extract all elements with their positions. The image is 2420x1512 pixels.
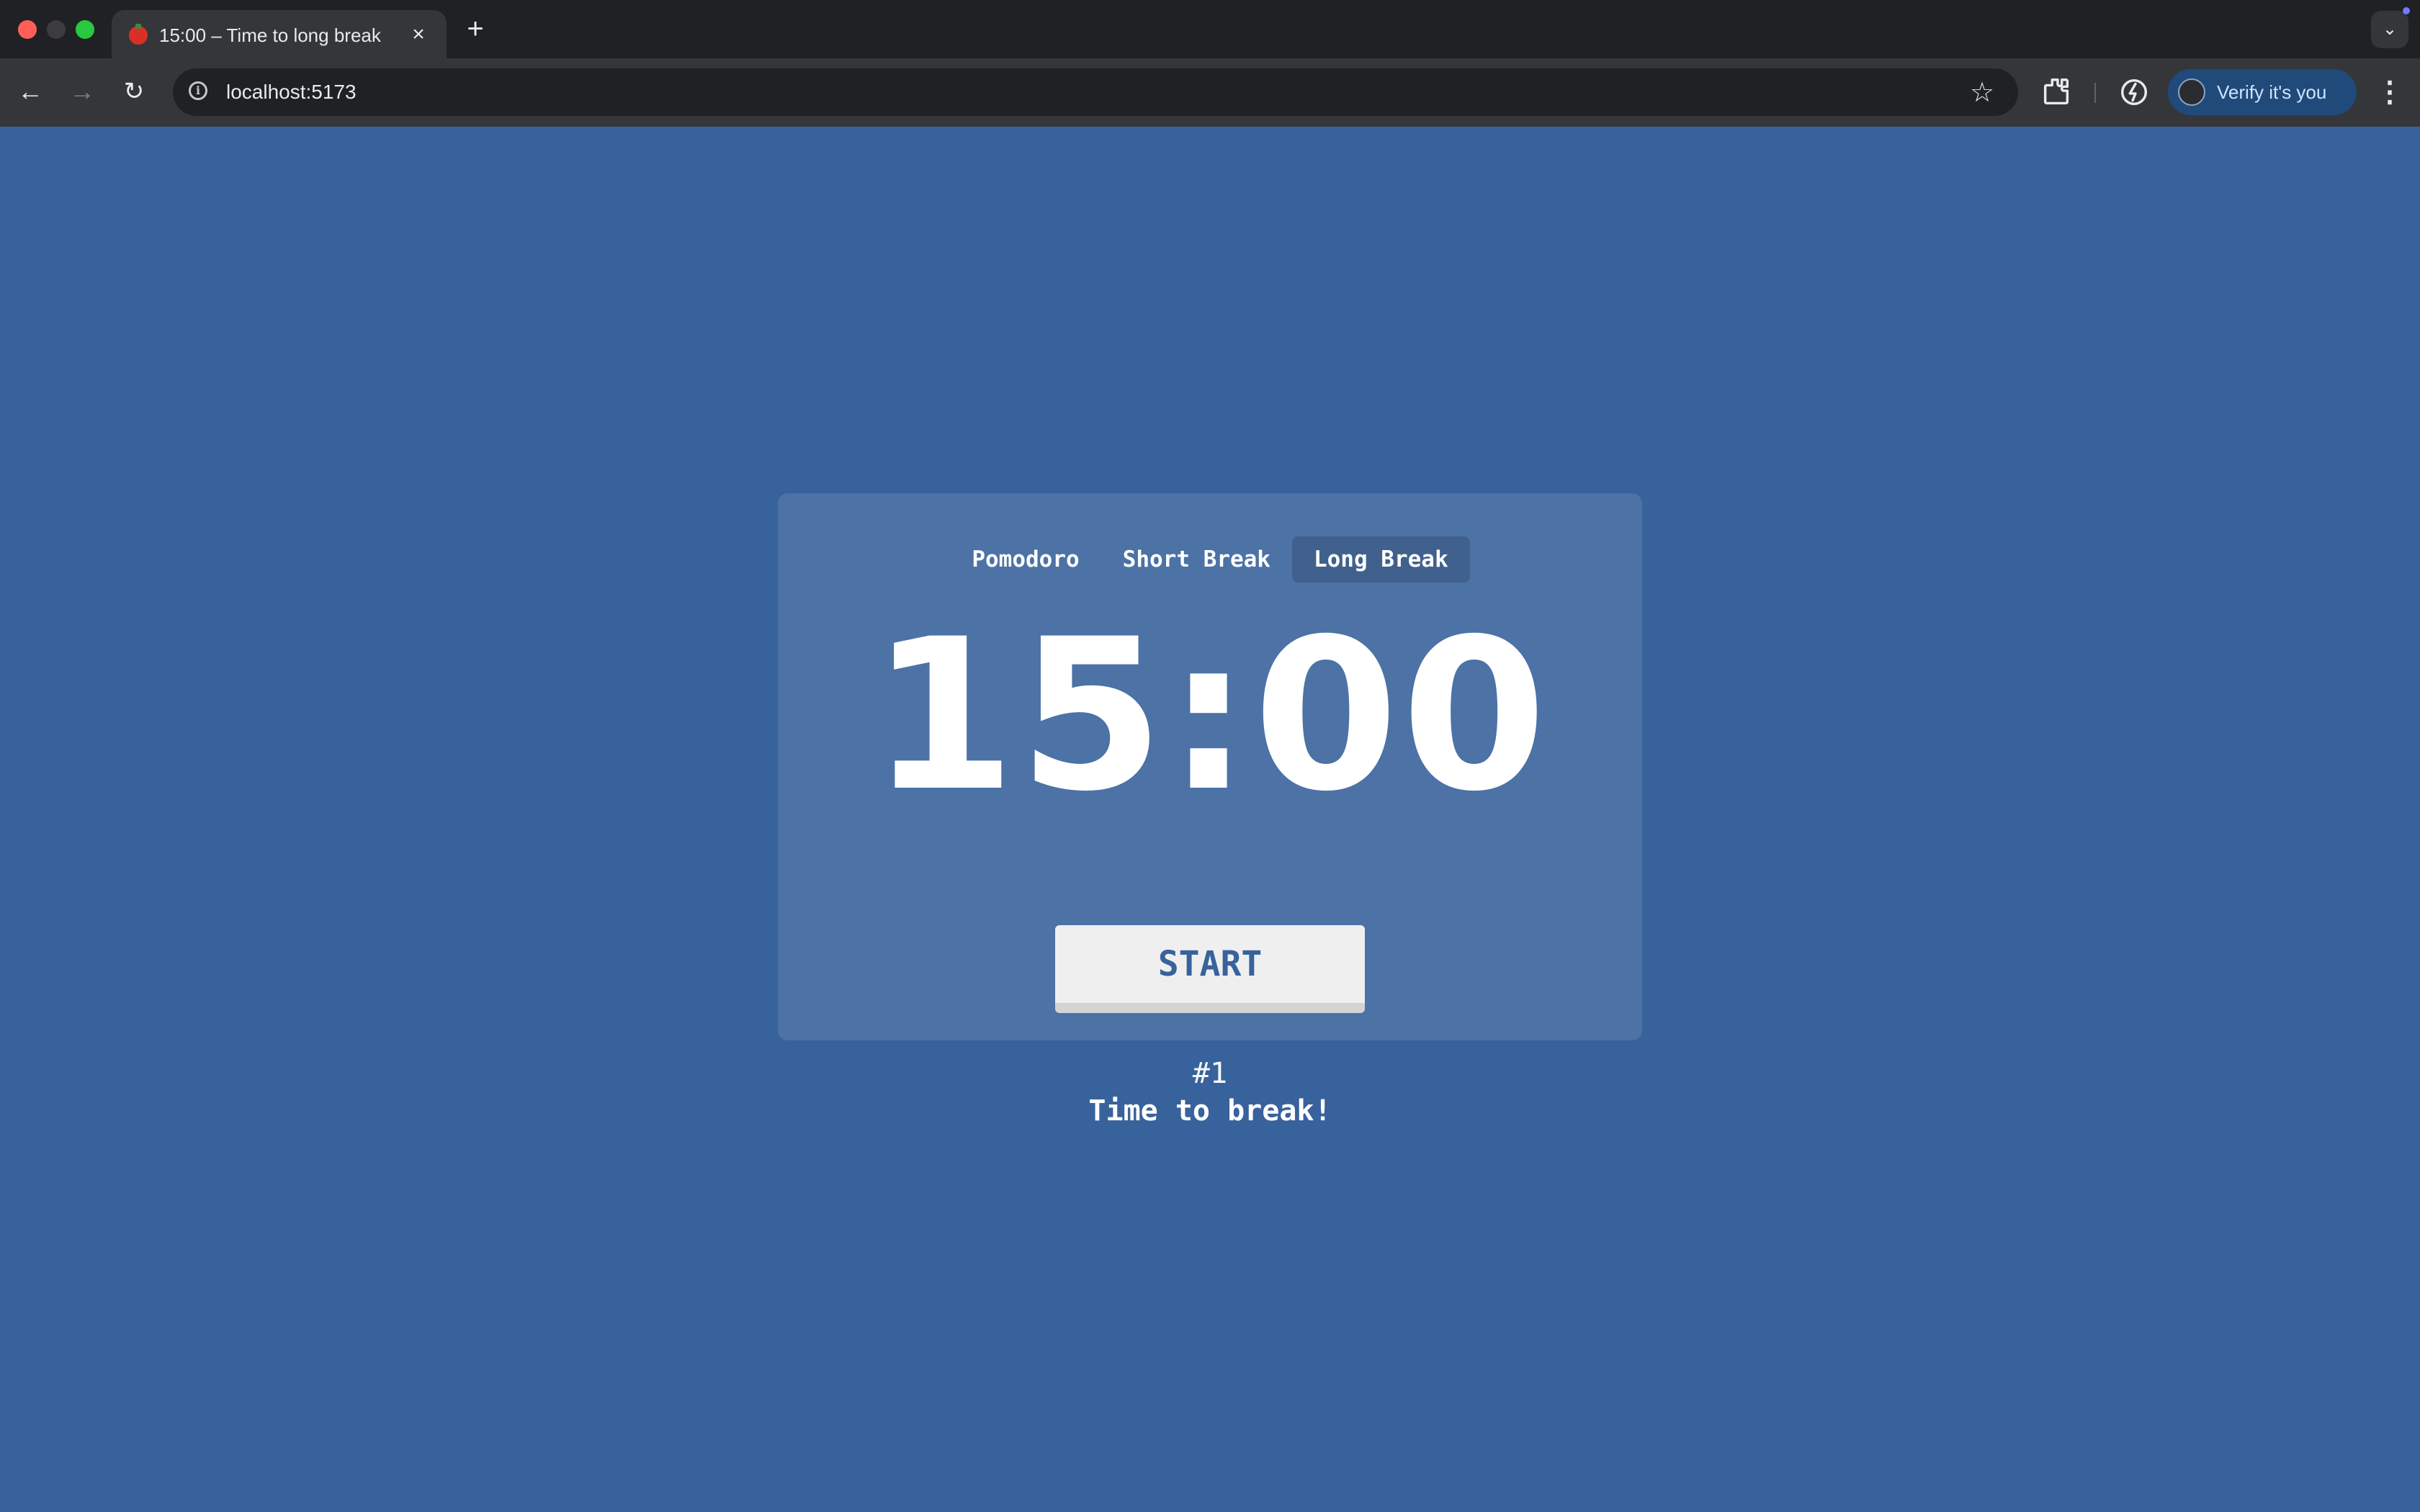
site-info-icon[interactable]: i	[189, 81, 207, 100]
notification-dot	[2403, 7, 2410, 14]
tomato-favicon-icon	[129, 24, 148, 45]
close-window-button[interactable]	[18, 20, 37, 39]
tab-pomodoro[interactable]: Pomodoro	[950, 536, 1101, 582]
performance-icon[interactable]	[2118, 76, 2151, 109]
minimize-window-button[interactable]	[47, 20, 66, 39]
verify-identity-button[interactable]: Verify it's you	[2168, 69, 2357, 115]
browser-window: 15:00 – Time to long break × + ⌄ ← → ↻ i…	[0, 0, 2420, 1512]
bookmark-star-icon[interactable]: ☆	[1966, 77, 1998, 109]
toolbar-separator	[2094, 83, 2096, 103]
mode-tabs: Pomodoro Short Break Long Break	[778, 536, 1642, 582]
maximize-window-button[interactable]	[76, 20, 94, 39]
address-bar[interactable]: i localhost:5173 ☆	[173, 68, 2018, 116]
tab-search-icon[interactable]: ⌄	[2371, 11, 2408, 48]
new-tab-icon[interactable]: +	[461, 14, 490, 43]
browser-toolbar: ← → ↻ i localhost:5173 ☆ Verify it's you…	[0, 58, 2420, 127]
timer-card: Pomodoro Short Break Long Break 15:00 ST…	[778, 493, 1642, 1040]
start-button[interactable]: START	[1055, 925, 1365, 1013]
timer-display: 15:00	[870, 595, 1550, 837]
forward-icon[interactable]: →	[65, 74, 99, 109]
reload-icon[interactable]: ↻	[117, 74, 151, 109]
status-message: Time to break!	[1088, 1094, 1332, 1128]
verify-label: Verify it's you	[2217, 81, 2327, 103]
tab-strip: 15:00 – Time to long break × + ⌄	[0, 0, 2420, 58]
browser-tab[interactable]: 15:00 – Time to long break ×	[112, 10, 447, 58]
tab-long-break[interactable]: Long Break	[1291, 536, 1470, 582]
profile-avatar-icon	[2178, 78, 2205, 106]
extensions-icon[interactable]	[2040, 76, 2073, 109]
tab-short-break[interactable]: Short Break	[1101, 536, 1292, 582]
menu-icon[interactable]: ⋮	[2374, 74, 2406, 110]
url-text[interactable]: localhost:5173	[226, 81, 357, 104]
close-icon[interactable]: ×	[405, 22, 431, 48]
tab-title: 15:00 – Time to long break	[159, 24, 381, 46]
session-counter: #1	[1192, 1057, 1228, 1090]
back-icon[interactable]: ←	[13, 74, 48, 109]
pomodoro-page: Pomodoro Short Break Long Break 15:00 ST…	[0, 127, 2420, 1512]
